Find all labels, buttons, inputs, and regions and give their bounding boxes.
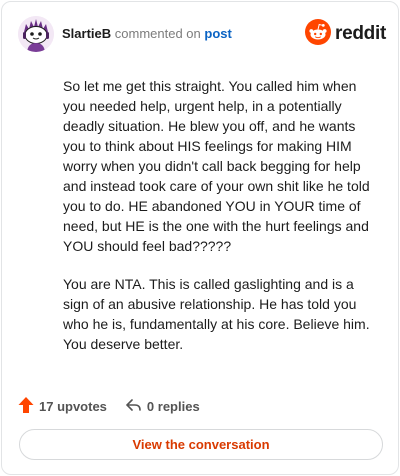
author-name[interactable]: SlartieB (62, 26, 111, 41)
comment-paragraph: You are NTA. This is called gaslighting … (63, 276, 370, 352)
comment-paragraph: So let me get this straight. You called … (63, 78, 370, 254)
reddit-logo-icon (305, 18, 332, 50)
comment-footer: 17 upvotes 0 replies (18, 395, 218, 417)
reddit-wordmark: reddit (335, 23, 386, 44)
byline: SlartieB commented on post (62, 26, 232, 42)
comment-body: So let me get this straight. You called … (63, 76, 381, 372)
reply-arrow-icon (125, 397, 147, 416)
replies-count: 0 replies (146, 398, 200, 414)
view-conversation-button[interactable]: View the conversation (19, 429, 383, 460)
comment-embed-card: SlartieB commented on post reddit So let… (1, 1, 399, 475)
byline-action: commented on (114, 26, 201, 41)
replies-stat[interactable]: 0 replies (125, 397, 200, 416)
comment-header: SlartieB commented on post reddit (18, 16, 386, 52)
upvotes-stat[interactable]: 17 upvotes (18, 396, 107, 417)
upvote-arrow-icon (18, 396, 39, 417)
reddit-brand[interactable]: reddit (305, 18, 386, 50)
post-link[interactable]: post (204, 26, 231, 41)
snoo-avatar-icon[interactable] (18, 16, 54, 52)
upvotes-count: 17 upvotes (39, 398, 107, 414)
